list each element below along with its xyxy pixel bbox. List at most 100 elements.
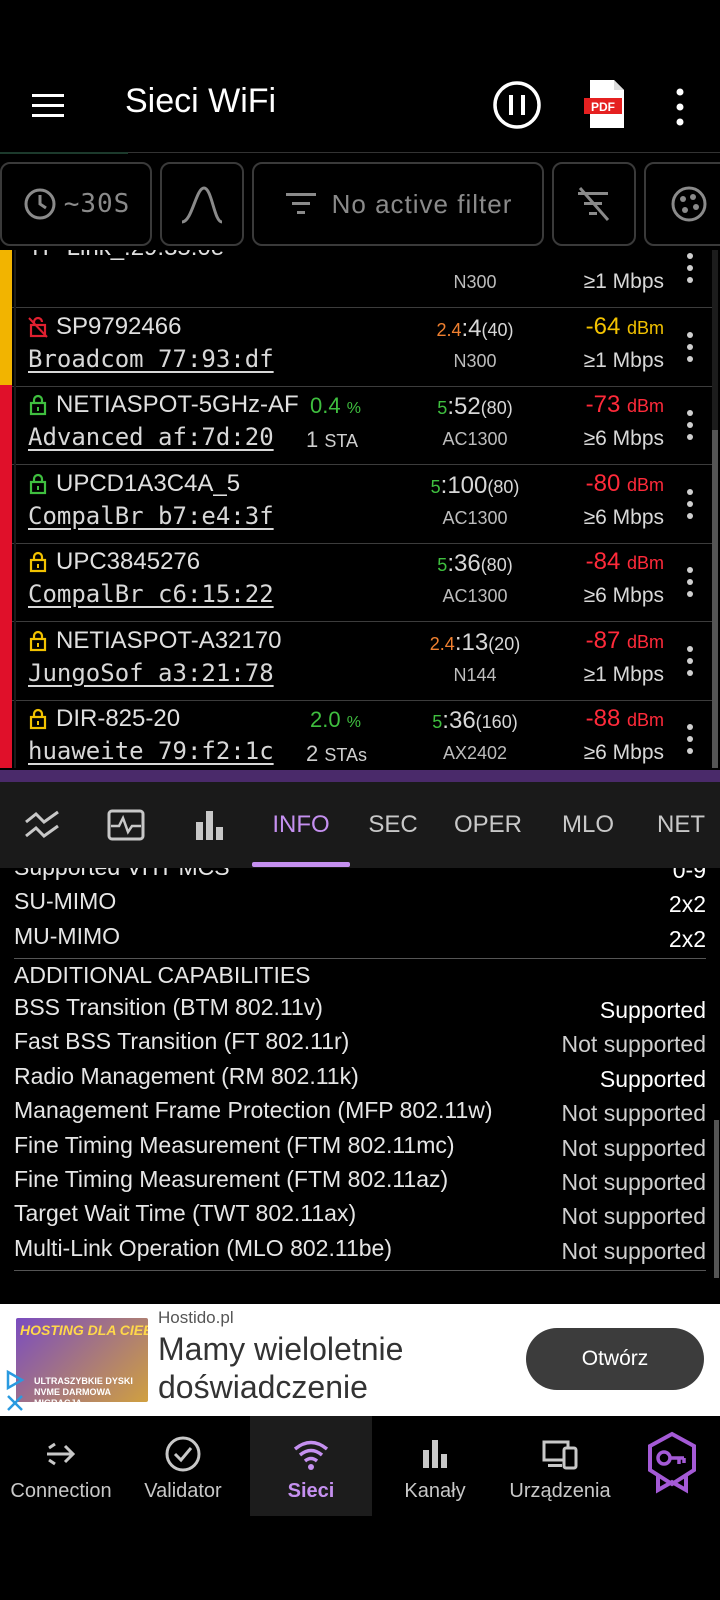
row-separator bbox=[14, 699, 16, 768]
detail-tabs: INFO SEC OPER MLO NET bbox=[0, 782, 720, 868]
lock-icon bbox=[29, 551, 47, 573]
tab-mlo[interactable]: MLO bbox=[540, 782, 636, 868]
network-bssid[interactable]: Broadcom_77:93:df bbox=[28, 345, 274, 373]
network-bssid[interactable]: Advanced_af:7d:20 bbox=[28, 423, 274, 451]
wifi-standard: N300 bbox=[453, 272, 497, 292]
network-list-scrollbar[interactable] bbox=[712, 250, 718, 768]
filter-bar: ~30S No active filter bbox=[0, 162, 720, 246]
tab-info[interactable]: INFO bbox=[252, 782, 350, 868]
channel-info: 5:100(80) bbox=[430, 471, 520, 499]
capability-row: Target Wait Time (TWT 802.11ax) Not suppo… bbox=[14, 1200, 706, 1234]
max-rate: ≥1 Mbps bbox=[583, 662, 664, 686]
signal-strength-strip bbox=[0, 699, 12, 768]
tab-sec[interactable]: SEC bbox=[350, 782, 436, 868]
nav-connection[interactable]: Connection bbox=[0, 1416, 122, 1516]
channel-utilization: 2.0 % bbox=[310, 707, 361, 732]
wifi-icon bbox=[293, 1440, 329, 1470]
signal-level: -87 dBm bbox=[585, 626, 664, 654]
ad-image[interactable]: HOSTING DLA CIEBIE! ULTRASZYBKIE DYSKI N… bbox=[16, 1318, 148, 1402]
nav-urzadzenia[interactable]: Urządzenia bbox=[498, 1416, 622, 1516]
ad-choices-icon[interactable] bbox=[4, 1364, 26, 1414]
network-ssid: UPC3845276 bbox=[28, 548, 200, 576]
panel-drag-handle[interactable] bbox=[0, 770, 720, 782]
nav-sieci-label: Sieci bbox=[287, 1480, 335, 1502]
section-divider bbox=[14, 958, 706, 959]
tab-bar-chart[interactable] bbox=[168, 782, 252, 868]
row-separator bbox=[14, 620, 16, 701]
more-vert-icon[interactable] bbox=[665, 82, 695, 132]
max-rate: ≥1 Mbps bbox=[583, 270, 664, 293]
channel-info: 2.4:13(20) bbox=[429, 628, 521, 656]
row-more-icon[interactable] bbox=[682, 486, 698, 522]
row-more-icon[interactable] bbox=[682, 407, 698, 443]
network-row[interactable]: UPCD1A3C4A_5 CompalBr_b7:e4:3f 5:100(80) AC… bbox=[0, 463, 712, 544]
nav-kanaly[interactable]: Kanały bbox=[374, 1416, 496, 1516]
pdf-label: PDF bbox=[591, 100, 615, 114]
capability-row: Fine Timing Measurement (FTM 802.11mc) No… bbox=[14, 1132, 706, 1166]
signal-strength-strip bbox=[0, 306, 12, 387]
max-rate: ≥1 Mbps bbox=[583, 348, 664, 372]
network-row[interactable]: NETIASPOT-5GHz-AF Advanced_af:7d:20 0.4 % 1… bbox=[0, 385, 712, 465]
max-rate: ≥6 Mbps bbox=[583, 584, 664, 607]
capability-status: Not supported bbox=[561, 1134, 706, 1161]
row-more-icon[interactable] bbox=[682, 643, 698, 679]
filter-button[interactable]: No active filter bbox=[252, 162, 544, 246]
pdf-export-icon[interactable]: PDF bbox=[584, 78, 628, 132]
ad-source: Hostido.pl bbox=[158, 1308, 234, 1327]
network-bssid[interactable]: CompalBr_c6:15:22 bbox=[28, 580, 274, 608]
page-title: Sieci WiFi bbox=[125, 82, 277, 120]
tab-net[interactable]: NET bbox=[636, 782, 720, 868]
section-title-additional-capabilities: ADDITIONAL CAPABILITIES bbox=[14, 962, 311, 988]
info-panel-scrollbar[interactable] bbox=[714, 1120, 719, 1278]
station-count: 2 STAs bbox=[306, 741, 368, 766]
ad-banner[interactable]: HOSTING DLA CIEBIE! ULTRASZYBKIE DYSKI N… bbox=[0, 1304, 720, 1416]
network-list[interactable]: TP-Link_:29:35:0e N300 ≥1 Mbps SP9792466 Bro… bbox=[0, 250, 712, 768]
nav-premium[interactable] bbox=[632, 1416, 712, 1516]
clock-icon bbox=[24, 188, 56, 220]
wifi-standard: AC1300 bbox=[442, 507, 508, 528]
network-row[interactable]: TP-Link_:29:35:0e N300 ≥1 Mbps bbox=[0, 250, 712, 308]
row-more-icon[interactable] bbox=[682, 721, 698, 757]
info-panel[interactable]: Supported VHT MCS 0-9 SU-MIMO 2x2 MU-MIM… bbox=[0, 868, 720, 1278]
network-row[interactable]: NETIASPOT-A32170 JungoSof_a3:21:78 2.4:13(… bbox=[0, 620, 712, 701]
tab-monitor[interactable] bbox=[84, 782, 168, 868]
pause-icon[interactable] bbox=[492, 80, 542, 130]
nav-validator-label: Validator bbox=[144, 1480, 222, 1502]
capability-status: Not supported bbox=[561, 1203, 706, 1230]
network-bssid[interactable]: huaweite_79:f2:1c bbox=[28, 737, 274, 765]
tab-signal-graph[interactable] bbox=[0, 782, 84, 868]
wifi-standard: N144 bbox=[453, 664, 497, 685]
lock-icon bbox=[29, 394, 47, 416]
nav-validator[interactable]: Validator bbox=[122, 1416, 244, 1516]
signal-strength-strip bbox=[0, 385, 12, 465]
network-row[interactable]: UPC3845276 CompalBr_c6:15:22 5:36(80) AC130… bbox=[0, 542, 712, 622]
signal-strength-strip bbox=[0, 620, 12, 701]
max-rate: ≥6 Mbps bbox=[583, 427, 664, 450]
signal-curve-icon bbox=[181, 186, 223, 224]
capability-row: Multi-Link Operation (MLO 802.11be) Not s… bbox=[14, 1235, 706, 1269]
ad-open-button[interactable]: Otwórz bbox=[526, 1328, 704, 1390]
network-bssid[interactable]: JungoSof_a3:21:78 bbox=[28, 659, 274, 687]
scan-interval-label: ~30S bbox=[63, 189, 131, 219]
clear-filter-button[interactable] bbox=[552, 162, 636, 246]
network-ssid: DIR-825-20 bbox=[28, 705, 180, 733]
hamburger-menu-icon[interactable] bbox=[30, 86, 70, 126]
signal-strength-strip bbox=[0, 463, 12, 544]
capability-row: Management Frame Protection (MFP 802.11w… bbox=[14, 1097, 706, 1131]
row-more-icon[interactable] bbox=[682, 564, 698, 600]
row-more-icon[interactable] bbox=[682, 250, 698, 286]
curve-toggle-button[interactable] bbox=[160, 162, 244, 246]
more-filters-button[interactable] bbox=[644, 162, 720, 246]
scan-interval-button[interactable]: ~30S bbox=[0, 162, 152, 246]
network-bssid[interactable]: CompalBr_b7:e4:3f bbox=[28, 502, 274, 530]
info-row-vht-mcs: Supported VHT MCS 0-9 bbox=[14, 868, 706, 883]
row-more-icon[interactable] bbox=[682, 329, 698, 365]
bar-chart-icon bbox=[423, 1440, 447, 1468]
network-row[interactable]: SP9792466 Broadcom_77:93:df 2.4:4(40) N300 -… bbox=[0, 306, 712, 387]
signal-level: -88 dBm bbox=[585, 705, 664, 732]
network-row[interactable]: DIR-825-20 huaweite_79:f2:1c 2.0 % 2 STAs 5:… bbox=[0, 699, 712, 768]
nav-sieci[interactable]: Sieci bbox=[250, 1416, 372, 1516]
capability-name: Fast BSS Transition (FT 802.11r) bbox=[14, 1028, 350, 1055]
tab-oper[interactable]: OPER bbox=[436, 782, 540, 868]
ad-image-text: HOSTING DLA CIEBIE! bbox=[20, 1322, 148, 1338]
